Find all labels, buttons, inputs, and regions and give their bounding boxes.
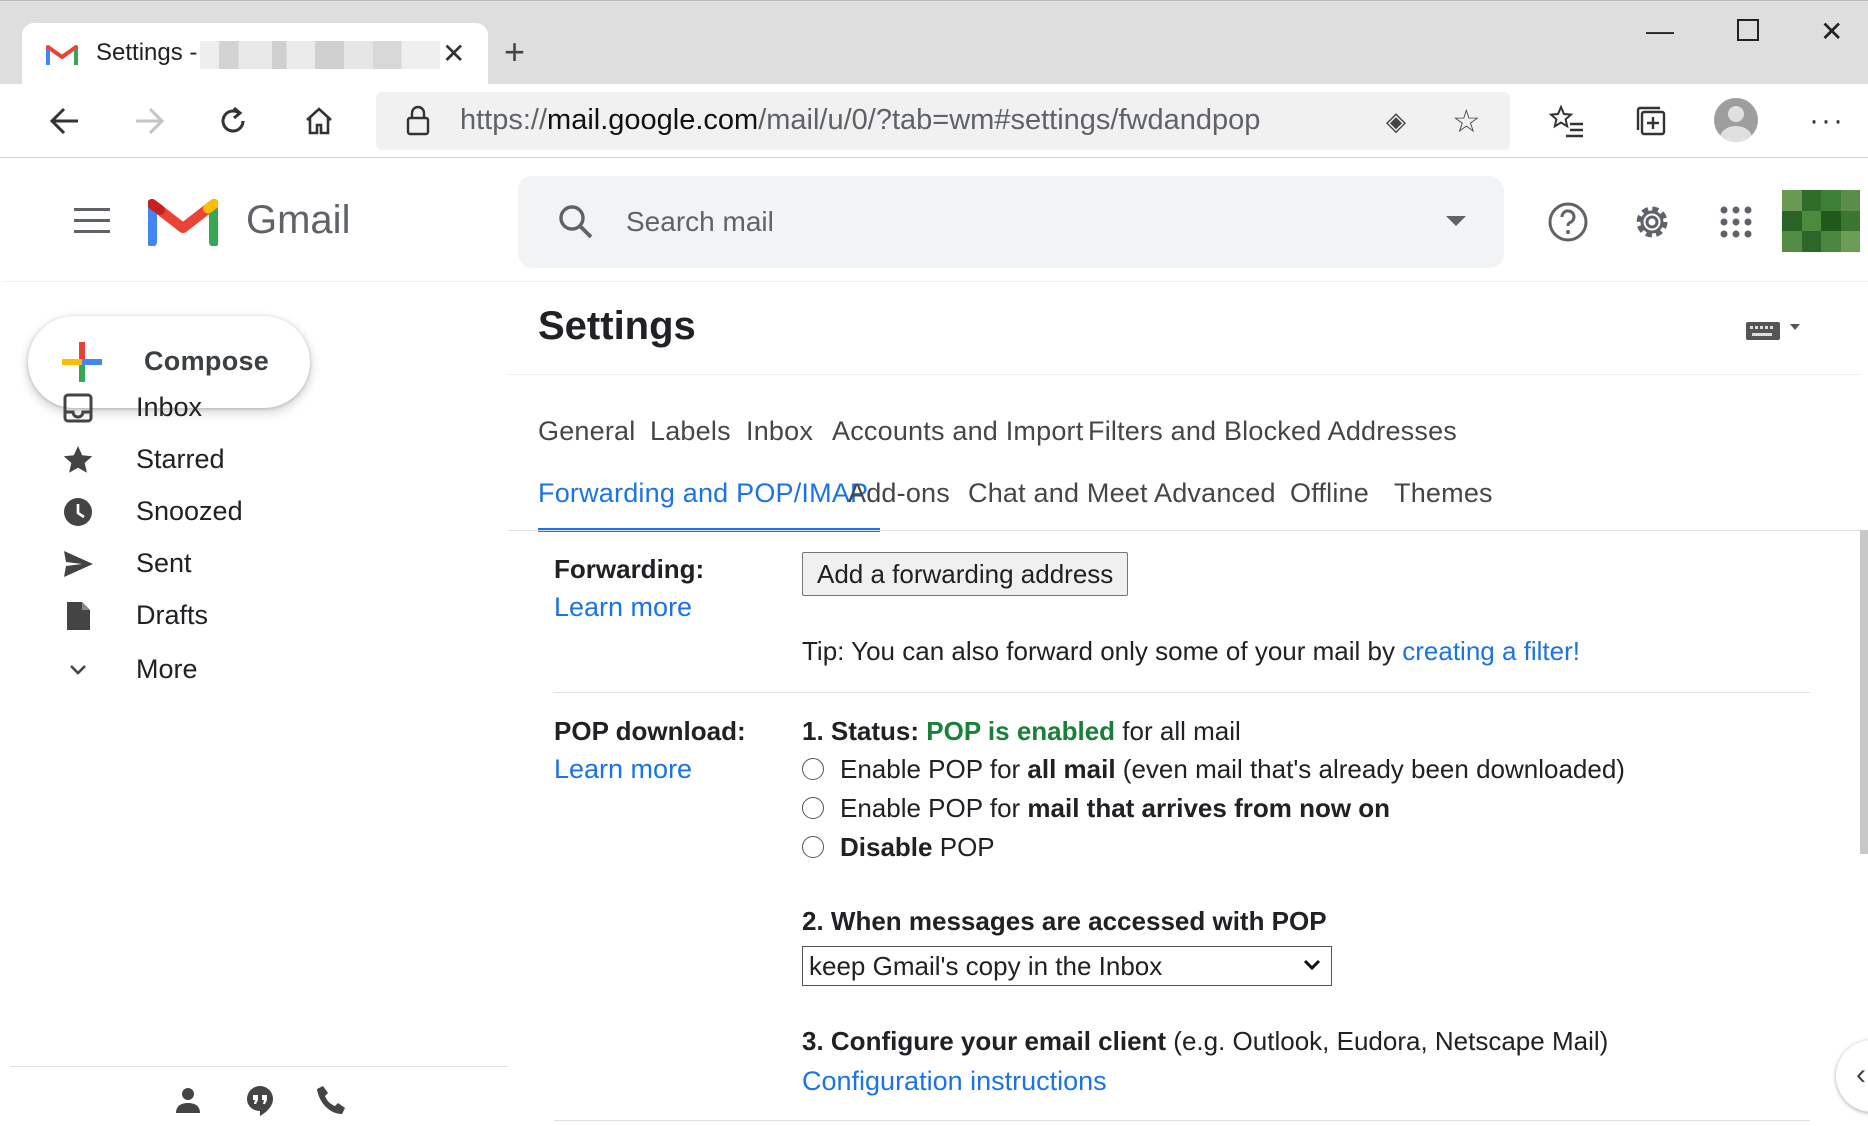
sidebar-item-label: Snoozed — [136, 496, 243, 526]
section-divider — [554, 692, 1810, 693]
add-favorite-icon[interactable]: ☆ — [1452, 102, 1481, 140]
sidebar-item-label: More — [136, 654, 198, 684]
search-options-caret-icon[interactable] — [1446, 216, 1466, 226]
favorites-icon[interactable] — [1546, 100, 1588, 142]
section-divider — [554, 1120, 1810, 1121]
gmail-logo-icon[interactable] — [148, 192, 218, 246]
help-icon[interactable] — [1546, 200, 1590, 244]
browser-tab-title: Settings - — [96, 39, 198, 66]
address-url[interactable]: https://mail.google.com/mail/u/0/?tab=wm… — [460, 104, 1260, 137]
blurred-tab-text — [200, 41, 440, 69]
inbox-icon — [60, 390, 96, 426]
tab-offline[interactable]: Offline — [1290, 478, 1369, 509]
tab-inbox[interactable]: Inbox — [746, 416, 813, 447]
chevron-down-icon — [60, 652, 96, 688]
tab-accounts-and-import[interactable]: Accounts and Import — [832, 416, 1083, 447]
sidebar-item-more[interactable]: More — [10, 638, 490, 700]
back-icon[interactable] — [44, 100, 86, 142]
gmail-header: Gmail — [0, 158, 1868, 282]
radio-label: Enable POP for mail that arrives from no… — [840, 792, 1391, 823]
pop-option-from-now-on[interactable]: Enable POP for mail that arrives from no… — [802, 791, 1390, 825]
creating-a-filter-link[interactable]: creating a filter! — [1402, 636, 1580, 666]
compose-label: Compose — [144, 346, 270, 376]
pop-status: 1. Status: POP is enabled for all mail — [802, 716, 1241, 746]
title-divider — [508, 374, 1860, 375]
sidebar-item-label: Drafts — [136, 600, 209, 630]
forward-icon[interactable] — [128, 100, 170, 142]
maximize-icon[interactable] — [1736, 17, 1760, 49]
tab-themes[interactable]: Themes — [1394, 478, 1493, 509]
sidebar-item-label: Starred — [136, 444, 225, 474]
sidebar-footer — [10, 1066, 508, 1126]
pop-download-label: POP download: — [554, 716, 746, 746]
radio-label: Enable POP for all mail (even mail that'… — [840, 753, 1625, 784]
configure-client-heading: 3. Configure your email client (e.g. Out… — [802, 1026, 1609, 1056]
tab-filters-and-blocked-addresses[interactable]: Filters and Blocked Addresses — [1088, 416, 1457, 447]
reload-icon[interactable] — [212, 100, 254, 142]
settings-gear-icon[interactable] — [1630, 200, 1674, 244]
radio-button[interactable] — [802, 836, 824, 858]
add-forwarding-address-button[interactable]: Add a forwarding address — [802, 552, 1129, 596]
browser-titlebar: Settings - ✕ + — ✕ — [0, 0, 1868, 85]
clock-icon — [60, 494, 96, 530]
browser-menu-icon[interactable]: ··· — [1806, 100, 1848, 142]
search-bar[interactable] — [518, 176, 1504, 268]
pop-access-select[interactable]: keep Gmail's copy in the Inbox — [802, 946, 1332, 986]
send-icon — [60, 546, 96, 582]
apps-grid-icon[interactable] — [1714, 200, 1758, 244]
tab-forwarding-and-pop-imap[interactable]: Forwarding and POP/IMAP — [538, 478, 868, 509]
radio-label: Disable POP — [840, 831, 995, 862]
input-tools-keyboard-icon[interactable] — [1744, 318, 1804, 342]
main-menu-icon[interactable] — [74, 208, 110, 241]
scrollbar-thumb[interactable] — [1860, 530, 1868, 854]
star-icon — [60, 442, 96, 478]
draft-icon — [60, 598, 96, 634]
tabs-divider — [508, 530, 1860, 531]
browser-tab-active[interactable]: Settings - ✕ — [22, 23, 488, 85]
sidebar-item-label: Inbox — [136, 392, 203, 422]
browser-profile-avatar[interactable] — [1714, 98, 1758, 142]
gmail-brand[interactable]: Gmail — [246, 198, 350, 243]
contacts-person-icon[interactable] — [170, 1083, 206, 1119]
forwarding-label: Forwarding: — [554, 554, 705, 584]
pop-learn-more-link[interactable]: Learn more — [554, 754, 692, 785]
pop-access-heading: 2. When messages are accessed with POP — [802, 906, 1327, 936]
minimize-icon[interactable]: — — [1646, 15, 1674, 47]
hangouts-chat-icon[interactable] — [242, 1083, 278, 1119]
tab-labels[interactable]: Labels — [650, 416, 731, 447]
new-tab-icon[interactable]: + — [504, 31, 525, 73]
phone-icon[interactable] — [314, 1083, 350, 1119]
pop-access-selected: keep Gmail's copy in the Inbox — [809, 951, 1163, 981]
configuration-instructions-link[interactable]: Configuration instructions — [802, 1066, 1107, 1097]
pop-option-disable[interactable]: Disable POP — [802, 830, 995, 864]
account-avatar[interactable] — [1782, 190, 1860, 252]
tab-general[interactable]: General — [538, 416, 635, 447]
search-input[interactable] — [626, 200, 1386, 244]
select-chevron-down-icon[interactable] — [1302, 958, 1322, 972]
home-icon[interactable] — [298, 100, 340, 142]
forwarding-learn-more-link[interactable]: Learn more — [554, 592, 692, 623]
collections-icon[interactable] — [1630, 100, 1672, 142]
forwarding-tip: Tip: You can also forward only some of y… — [802, 636, 1580, 666]
pop-option-all-mail[interactable]: Enable POP for all mail (even mail that'… — [802, 752, 1625, 786]
gmail-favicon-icon — [46, 45, 78, 65]
sidebar: Compose Inbox Starred Snoozed Sent Draft… — [10, 282, 508, 1126]
window-close-icon[interactable]: ✕ — [1820, 15, 1843, 48]
radio-button[interactable] — [802, 797, 824, 819]
tab-add-ons[interactable]: Add-ons — [848, 478, 950, 509]
sidebar-item-drafts[interactable]: Drafts — [10, 584, 490, 646]
tab-chat-and-meet[interactable]: Chat and Meet — [968, 478, 1148, 509]
chevron-left-icon: ‹ — [1856, 1058, 1866, 1091]
search-icon[interactable] — [556, 202, 596, 242]
browser-toolbar: https://mail.google.com/mail/u/0/?tab=wm… — [0, 84, 1868, 158]
page-title: Settings — [538, 304, 696, 348]
sidebar-item-label: Sent — [136, 548, 192, 578]
lock-icon[interactable] — [404, 104, 432, 136]
tab-close-icon[interactable]: ✕ — [442, 37, 465, 70]
tab-advanced[interactable]: Advanced — [1154, 478, 1276, 509]
address-bar[interactable]: https://mail.google.com/mail/u/0/?tab=wm… — [376, 92, 1510, 150]
settings-main: Settings General Labels Inbox Accounts a… — [508, 282, 1868, 1126]
radio-button[interactable] — [802, 758, 824, 780]
tracking-prevention-icon[interactable]: ◈ — [1386, 106, 1406, 137]
